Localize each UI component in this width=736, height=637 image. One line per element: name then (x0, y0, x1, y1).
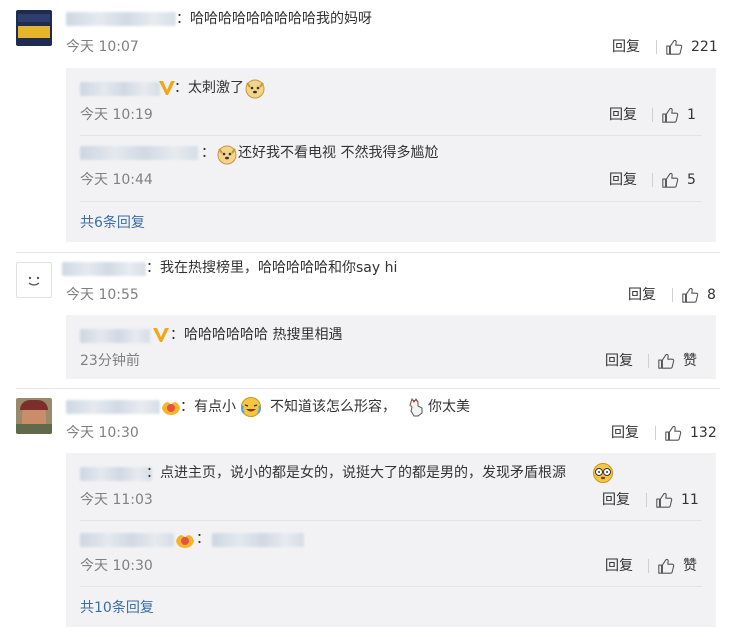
dizzy-eyes-emoji-icon (593, 463, 613, 483)
like-count: 5 (687, 172, 696, 188)
avatar[interactable] (16, 10, 52, 46)
separator (648, 354, 649, 368)
divider (80, 201, 702, 202)
comment-time: 今天 10:07 (66, 39, 139, 55)
reply-text: ：哈哈哈哈哈哈 热搜里相遇 (170, 327, 343, 343)
doge-emoji-icon (217, 145, 237, 165)
reply-box: ：哈哈哈哈哈哈 热搜里相遇 23分钟前 回复 赞 (66, 315, 716, 379)
comment-text: ：有点小 (180, 399, 236, 415)
comment-text: ：我在热搜榜里，哈哈哈哈哈和你say hi (146, 260, 398, 276)
separator (652, 173, 653, 187)
thumbs-up-icon (656, 492, 673, 508)
comment-text: ：哈哈哈哈哈哈哈哈哈我的妈呀 (176, 11, 372, 27)
thumbs-up-icon (682, 287, 699, 303)
fan-badge-icon (162, 402, 180, 415)
reply-text: ： (196, 531, 210, 547)
thumbs-up-icon (662, 107, 679, 123)
separator (646, 493, 647, 507)
like-button[interactable]: 5 (652, 171, 696, 189)
comment-text: 你太美 (428, 399, 470, 415)
like-button[interactable]: 赞 (648, 352, 697, 370)
more-replies-link[interactable]: 共6条回复 (80, 212, 145, 232)
username[interactable] (80, 329, 150, 343)
default-avatar-icon (28, 276, 40, 286)
username[interactable] (80, 146, 198, 160)
reply-button[interactable]: 回复 (612, 38, 640, 56)
reply-time: 今天 10:30 (80, 558, 153, 574)
comment-time: 今天 10:30 (66, 425, 139, 441)
avatar[interactable] (16, 262, 52, 298)
thumbs-up-icon (658, 353, 675, 369)
reply-button[interactable]: 回复 (628, 286, 656, 304)
blurred-reply-content (212, 533, 304, 547)
separator (648, 559, 649, 573)
like-count: 132 (690, 425, 717, 441)
verified-badge-icon (153, 328, 169, 342)
reply-button[interactable]: 回复 (611, 424, 639, 442)
more-replies-link[interactable]: 共10条回复 (80, 597, 154, 617)
comment-text: 不知道该怎么形容， (270, 399, 396, 415)
username[interactable] (80, 82, 160, 96)
username[interactable] (66, 400, 160, 414)
separator (652, 108, 653, 122)
reply-time: 今天 11:03 (80, 492, 153, 508)
doge-emoji-icon (245, 79, 265, 99)
username[interactable] (80, 533, 174, 547)
like-count: 赞 (683, 353, 697, 369)
crying-laugh-emoji-icon (241, 397, 261, 417)
reply-text: ：点进主页，说小的都是女的，说挺大了的都是男的，发现矛盾根源 (146, 465, 566, 481)
reply-time: 23分钟前 (80, 353, 140, 369)
divider (16, 252, 720, 253)
reply-button[interactable]: 回复 (605, 557, 633, 575)
divider (80, 135, 702, 136)
thumbs-up-icon (666, 39, 683, 55)
reply-text: 还好我不看电视 不然我得多尴尬 (238, 145, 439, 161)
like-count: 11 (681, 492, 699, 508)
reply-box: ：太刺激了 今天 10:19 回复 1 ： 还好我不看电视 不然我得多尴尬 今天… (66, 68, 716, 242)
like-button[interactable]: 1 (652, 106, 696, 124)
reply-box: ：点进主页，说小的都是女的，说挺大了的都是男的，发现矛盾根源 今天 11:03 … (66, 453, 716, 627)
reply-button[interactable]: 回复 (609, 106, 637, 124)
thumbs-up-icon (658, 558, 675, 574)
thumbs-up-icon (665, 425, 682, 441)
rooster-emoji-icon (409, 397, 423, 417)
like-button[interactable]: 221 (656, 38, 718, 56)
username[interactable] (62, 262, 146, 276)
reply-button[interactable]: 回复 (609, 171, 637, 189)
reply-button[interactable]: 回复 (605, 352, 633, 370)
divider (80, 586, 702, 587)
avatar[interactable] (16, 398, 52, 434)
reply-time: 今天 10:44 (80, 172, 153, 188)
thumbs-up-icon (662, 172, 679, 188)
like-count: 赞 (683, 558, 697, 574)
separator (656, 40, 657, 54)
reply-colon: ： (201, 145, 215, 161)
like-count: 8 (707, 287, 716, 303)
reply-time: 今天 10:19 (80, 107, 153, 123)
like-button[interactable]: 132 (655, 424, 717, 442)
separator (655, 426, 656, 440)
like-button[interactable]: 赞 (648, 557, 697, 575)
like-count: 221 (691, 39, 718, 55)
divider (16, 388, 720, 389)
like-button[interactable]: 11 (646, 491, 699, 509)
reply-button[interactable]: 回复 (602, 491, 630, 509)
comment-time: 今天 10:55 (66, 287, 139, 303)
fan-badge-icon (176, 535, 194, 548)
like-count: 1 (687, 107, 696, 123)
username[interactable] (80, 467, 152, 481)
like-button[interactable]: 8 (672, 286, 716, 304)
divider (80, 520, 702, 521)
username[interactable] (66, 12, 176, 26)
separator (672, 288, 673, 302)
reply-text: ：太刺激了 (174, 80, 244, 96)
